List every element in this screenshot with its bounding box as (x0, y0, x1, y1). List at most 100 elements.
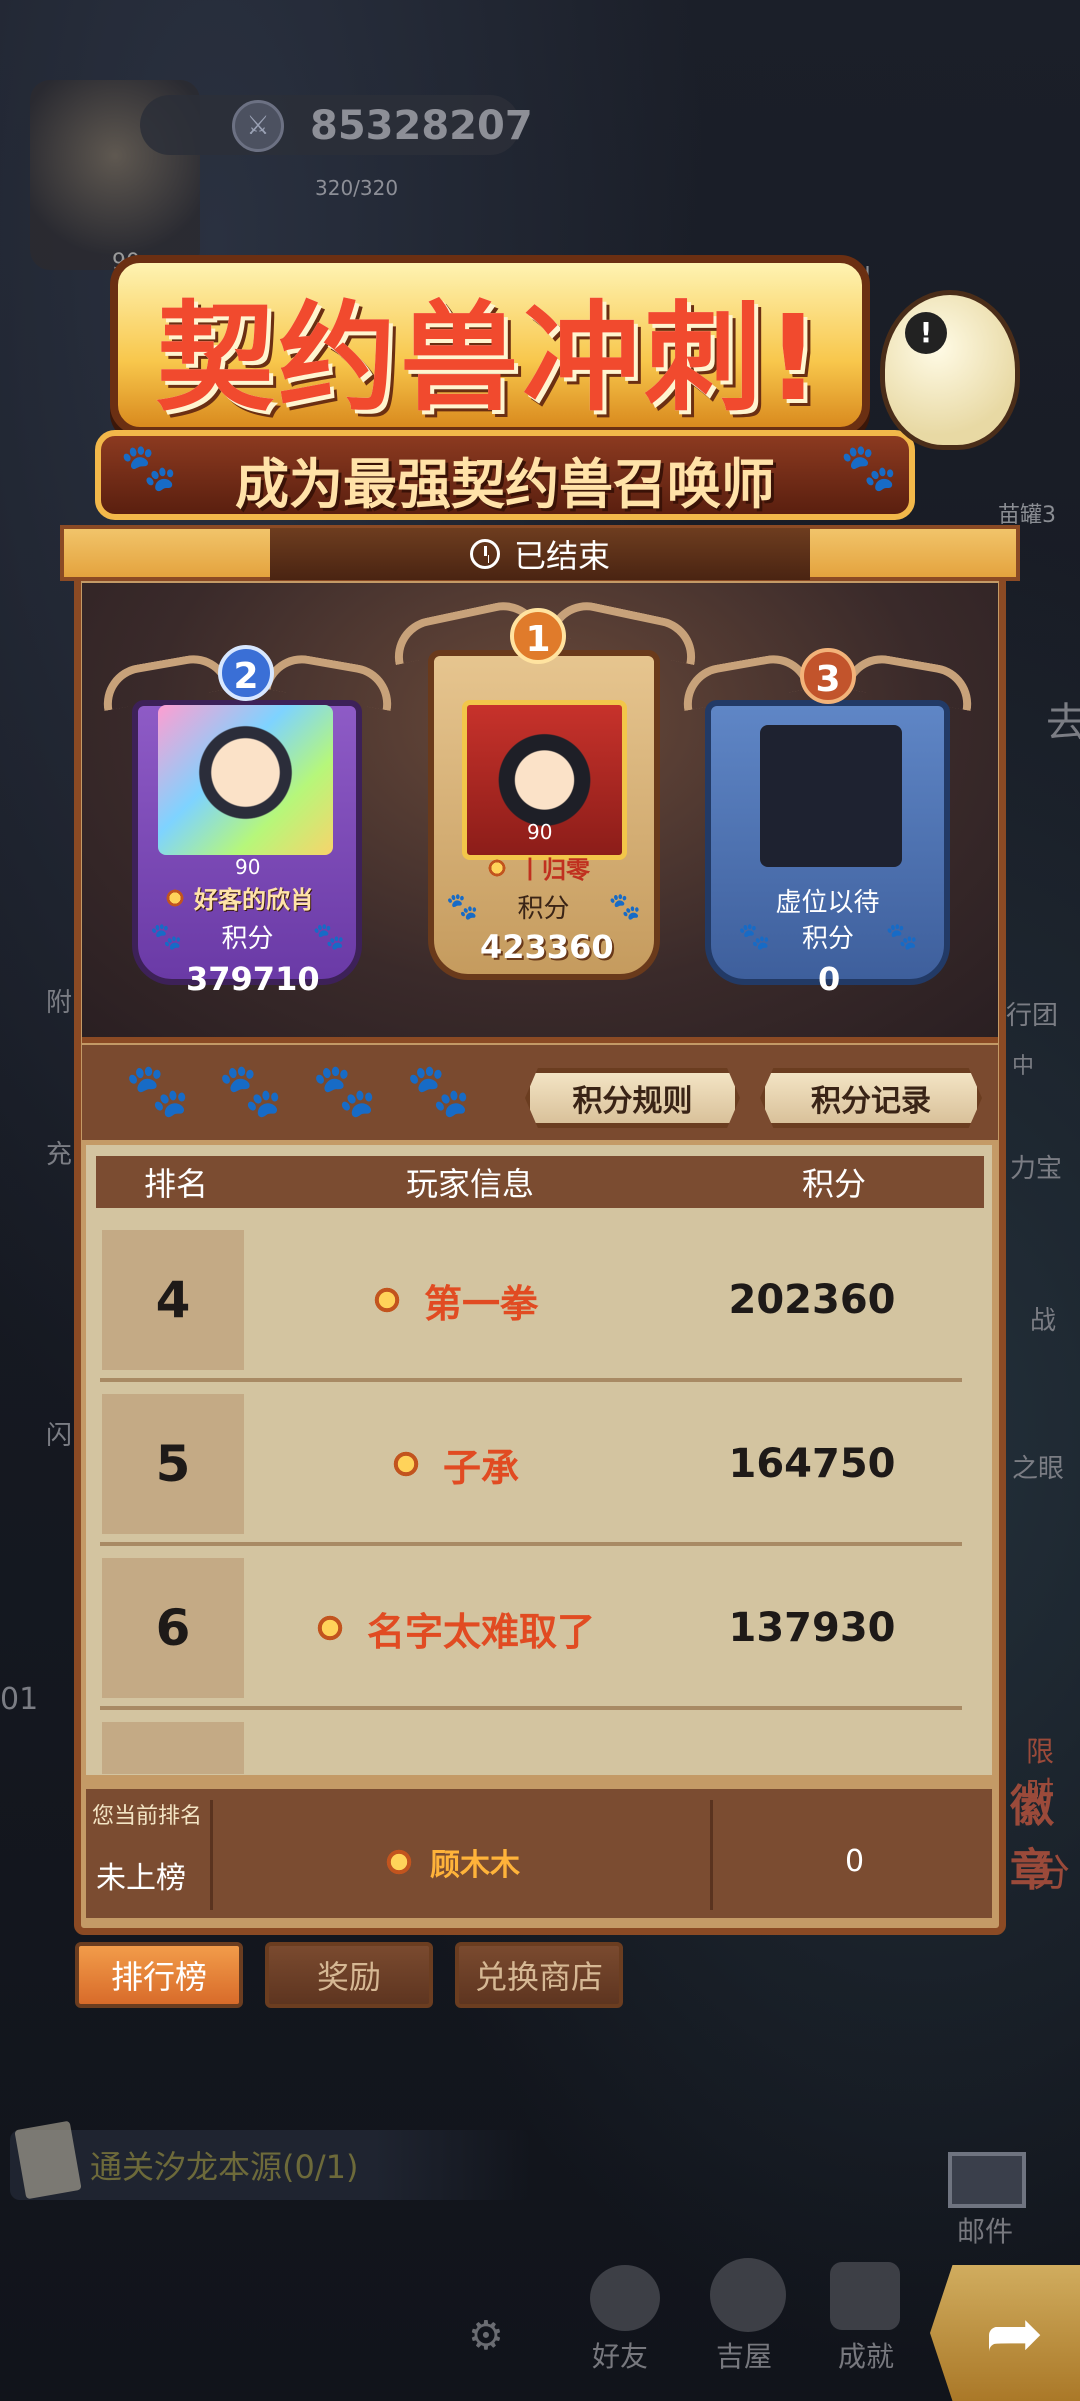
side-label-attach[interactable]: 附 (46, 982, 72, 1019)
paw-icon: 🐾 (218, 1061, 283, 1121)
tab-rewards[interactable]: 奖励 (265, 1942, 433, 2008)
paw-icon: 🐾 (312, 1061, 377, 1121)
score-rules-button[interactable]: 积分规则 (525, 1068, 740, 1128)
first-place-score-label-row: 🐾 积分 🐾 (446, 888, 641, 925)
battle-power-icon: ⚔ (232, 100, 284, 152)
player-cell: 子承 (244, 1437, 662, 1492)
second-place-score: 379710 (186, 960, 320, 998)
score-label: 积分 (517, 894, 570, 924)
event-title: 契约兽冲刺! (156, 289, 824, 427)
jiwu-icon[interactable] (710, 2258, 786, 2332)
achievements-icon[interactable] (830, 2262, 900, 2330)
second-place-name-row: 好客的欣肖 (162, 880, 314, 915)
title-emblem-icon (162, 884, 188, 911)
side-label-flash[interactable]: 闪 (46, 1415, 72, 1452)
paw-icon: 🐾 (608, 891, 641, 922)
exclamation-icon: ! (905, 312, 947, 354)
paw-icon: 🐾 (738, 921, 771, 952)
divider (710, 1800, 713, 1910)
scroll-icon (14, 2120, 82, 2200)
third-place-score-label-row: 🐾 积分 🐾 (738, 918, 918, 955)
first-place-name: 丨归零 (518, 856, 590, 884)
title-emblem-icon (484, 854, 510, 881)
mail-label[interactable]: 邮件 (957, 2210, 1013, 2250)
title-emblem-icon (310, 1609, 349, 1647)
event-subtitle: 成为最强契约兽召唤师 (235, 453, 775, 516)
first-place-score: 423360 (480, 928, 614, 966)
egg-mascot-icon (880, 290, 1020, 450)
gear-icon[interactable]: ⚙ (468, 2313, 504, 2359)
player-name: 子承 (442, 1445, 519, 1490)
jiwu-label[interactable]: 吉屋 (716, 2335, 772, 2375)
rank-cell: 6 (102, 1558, 244, 1698)
tab-exchange-shop[interactable]: 兑换商店 (455, 1942, 623, 2008)
rank-cell: 5 (102, 1394, 244, 1534)
first-place-level: 90 (527, 820, 553, 844)
paw-icon: 🐾 (150, 921, 183, 952)
my-name-row: 顾木木 (380, 1840, 520, 1884)
divider (210, 1800, 213, 1910)
score-label: 积分 (221, 924, 274, 954)
side-label-eye[interactable]: 之眼 (1012, 1448, 1064, 1485)
my-score: 0 (845, 1844, 865, 1879)
score-label: 积分 (801, 924, 854, 954)
paw-icon: 🐾 (885, 921, 918, 952)
column-header-rank: 排名 (143, 1165, 208, 1203)
paw-icon: 🐾 (125, 1061, 190, 1121)
side-label-mid[interactable]: 中 (1012, 1048, 1034, 1080)
my-rank-label: 您当前排名 (92, 1804, 203, 1829)
rank-badge-third: 3 (800, 648, 856, 704)
title-emblem-icon (380, 1843, 418, 1881)
player-name: 名字太难取了 (366, 1609, 595, 1654)
friends-icon[interactable] (590, 2265, 660, 2331)
mail-icon[interactable] (948, 2152, 1026, 2208)
paw-icon: 🐾 (312, 921, 345, 952)
paw-icon: 🐾 (446, 891, 479, 922)
achievements-label[interactable]: 成就 (838, 2335, 894, 2375)
clock-icon (469, 539, 500, 569)
table-header: 排名 玩家信息 积分 (96, 1156, 984, 1208)
share-arrow-icon: ➦ (985, 2292, 1044, 2374)
my-name: 顾木木 (430, 1848, 520, 1883)
title-emblem-icon (367, 1281, 406, 1319)
column-header-player: 玩家信息 (405, 1165, 534, 1203)
score-records-button[interactable]: 积分记录 (760, 1068, 982, 1128)
side-label-go[interactable]: 去 (1046, 690, 1080, 748)
side-label-treasure[interactable]: 力宝 (1010, 1148, 1062, 1185)
first-place-name-row: 丨归零 (484, 850, 590, 885)
score-cell: 164750 (728, 1441, 896, 1487)
title-emblem-icon (386, 1445, 425, 1483)
second-place-avatar[interactable] (158, 705, 333, 855)
third-place-score: 0 (818, 960, 841, 998)
third-place-name: 虚位以待 (775, 888, 880, 918)
third-place-avatar-placeholder (760, 725, 902, 867)
tab-leaderboard[interactable]: 排行榜 (75, 1942, 243, 2008)
paw-icon: 🐾 (406, 1061, 471, 1121)
score-cell: 137930 (728, 1605, 896, 1651)
side-label-charge[interactable]: 充 (46, 1134, 72, 1171)
promo-points-label[interactable]: 分 (1032, 1842, 1070, 1897)
second-place-level: 90 (235, 855, 261, 879)
side-label-team[interactable]: 行团 (1006, 995, 1058, 1032)
rank-badge-first: 1 (510, 608, 566, 664)
side-value-left: 01 (0, 1682, 39, 1717)
friends-label[interactable]: 好友 (592, 2335, 648, 2375)
table-row[interactable]: 4 第一拳 202360 (100, 1222, 962, 1382)
player-name: 第一拳 (423, 1281, 538, 1326)
side-label-battle[interactable]: 战 (1030, 1300, 1056, 1337)
rank-badge-second: 2 (218, 645, 274, 701)
player-cell: 名字太难取了 (244, 1601, 662, 1656)
table-row-partial[interactable] (102, 1722, 244, 1774)
my-rank-value: 未上榜 (96, 1861, 186, 1896)
second-place-score-label-row: 🐾 积分 🐾 (150, 918, 345, 955)
status-pill: 已结束 (270, 528, 810, 580)
second-place-name: 好客的欣肖 (194, 886, 314, 914)
table-row[interactable]: 5 子承 164750 (100, 1386, 962, 1546)
status-text: 已结束 (513, 537, 610, 575)
column-header-score: 积分 (801, 1165, 866, 1203)
table-row[interactable]: 6 名字太难取了 137930 (100, 1550, 962, 1710)
energy-value: 320/320 (315, 176, 399, 200)
battle-power-value: 85328207 (310, 103, 533, 149)
quest-text[interactable]: 通关汐龙本源(0/1) (90, 2142, 358, 2188)
score-cell: 202360 (728, 1277, 896, 1323)
